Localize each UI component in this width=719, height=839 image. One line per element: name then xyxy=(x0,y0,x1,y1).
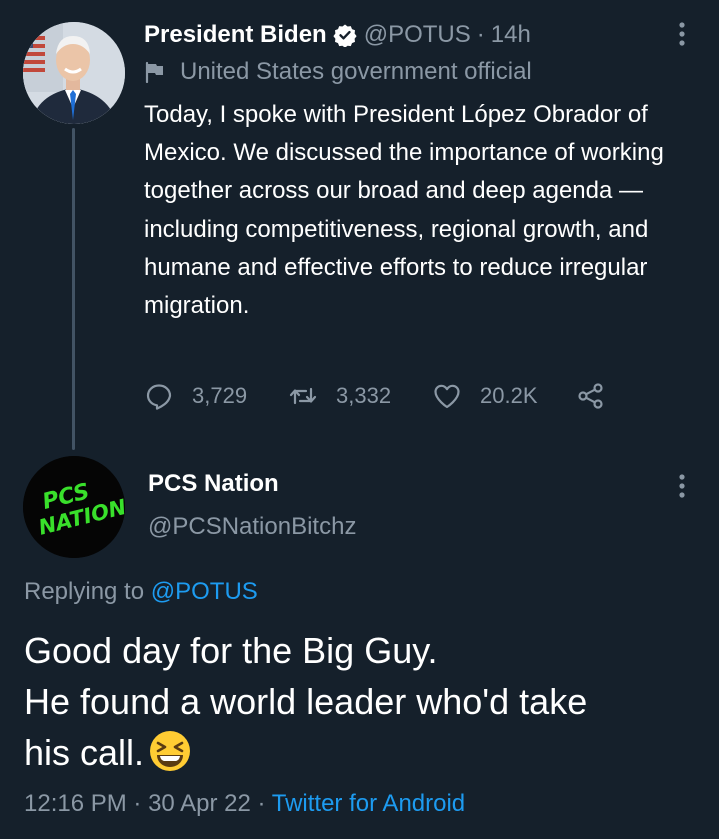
retweet-icon xyxy=(289,387,317,405)
reply-text-line-last: his call. xyxy=(24,727,704,778)
replying-to-handle-link[interactable]: @POTUS xyxy=(151,578,258,605)
author-handle[interactable]: @POTUS xyxy=(364,21,471,49)
tweet-date[interactable]: 30 Apr 22 xyxy=(148,790,251,817)
reply-text-line: Good day for the Big Guy. xyxy=(24,630,438,671)
retweet-count: 3,332 xyxy=(336,383,392,408)
verified-badge-icon xyxy=(333,24,357,47)
flag-icon xyxy=(145,61,163,83)
reply-text-line: He found a world leader who'd take xyxy=(24,681,588,722)
author-name[interactable]: President Biden xyxy=(144,21,327,49)
tweet-actions: 3,729 3,332 20.2K xyxy=(144,378,606,414)
more-options-icon[interactable] xyxy=(670,18,694,50)
tweet-source-link[interactable]: Twitter for Android xyxy=(272,790,465,817)
reply-count: 3,729 xyxy=(192,383,248,408)
meta-separator: · xyxy=(133,790,142,817)
like-count: 20.2K xyxy=(480,383,538,408)
government-label[interactable]: United States government official xyxy=(144,56,532,88)
grinning-squinting-face-icon xyxy=(150,731,191,771)
replying-prefix: Replying to xyxy=(24,578,145,605)
more-options-icon[interactable] xyxy=(670,470,694,502)
government-label-text: United States government official xyxy=(180,58,532,85)
dot-separator: · xyxy=(476,21,485,48)
reply-author-name[interactable]: PCS Nation xyxy=(148,470,279,498)
share-icon xyxy=(578,383,603,409)
reply-author-handle[interactable]: @PCSNationBitchz xyxy=(148,513,356,541)
avatar-president-biden[interactable] xyxy=(23,22,125,124)
reply-button[interactable]: 3,729 xyxy=(144,381,288,411)
like-icon xyxy=(434,384,460,409)
avatar-pcs-nation[interactable]: PCS NATION xyxy=(23,456,125,558)
reply-body: Good day for the Big Guy. He found a wor… xyxy=(24,625,704,778)
like-button[interactable]: 20.2K xyxy=(432,381,576,411)
replying-to-line: Replying to @POTUS xyxy=(24,578,258,606)
reply-icon xyxy=(146,384,172,410)
share-button[interactable] xyxy=(576,381,606,411)
thread-connector-line xyxy=(72,128,75,450)
pcs-nation-logo: PCS NATION xyxy=(23,456,125,558)
tweet-timestamp[interactable]: 12:16 PM xyxy=(24,790,127,817)
avatar-portrait-image xyxy=(23,22,125,124)
tweet-time[interactable]: 14h xyxy=(491,21,531,49)
tweet-body: Today, I spoke with President López Obra… xyxy=(144,101,664,320)
meta-separator: · xyxy=(257,790,266,817)
retweet-button[interactable]: 3,332 xyxy=(288,381,432,411)
tweet-header: President Biden @POTUS · 14h xyxy=(144,18,531,52)
reply-text-line: his call. xyxy=(24,732,145,773)
tweet-meta: 12:16 PM · 30 Apr 22 · Twitter for Andro… xyxy=(24,790,465,818)
